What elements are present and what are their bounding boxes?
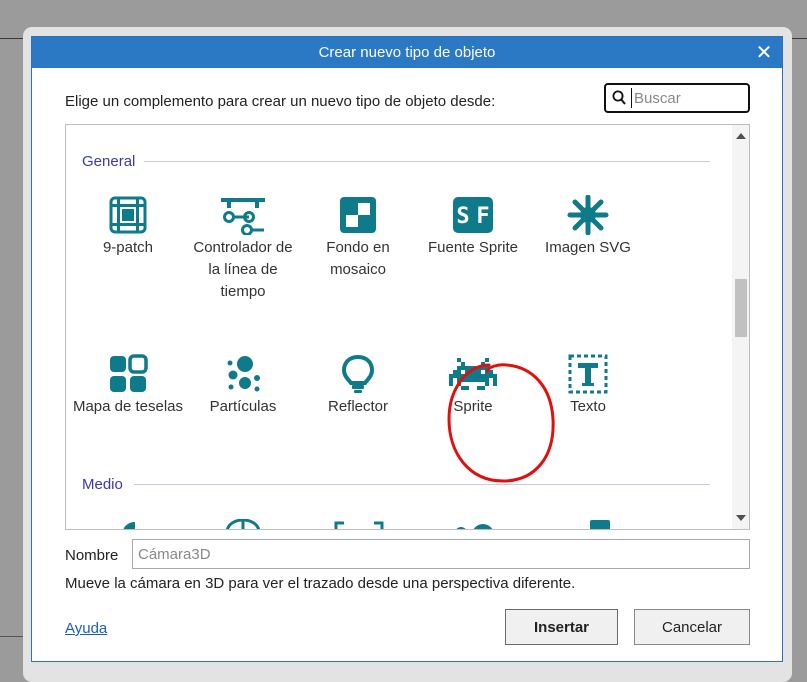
particles-icon	[227, 356, 260, 392]
partial-icon	[225, 519, 261, 529]
text-icon	[568, 354, 608, 394]
help-link[interactable]: Ayuda	[65, 620, 107, 637]
name-input[interactable]	[132, 539, 750, 569]
svg-image-icon	[567, 195, 609, 235]
scrollbar-thumb[interactable]	[735, 279, 747, 337]
partial-icon	[334, 521, 384, 529]
object-item-9-patch[interactable]: 9-patch	[72, 195, 184, 259]
spotlight-icon	[341, 354, 375, 393]
object-item-label: Texto	[570, 398, 606, 415]
object-item-particles[interactable]: Partículas	[187, 354, 299, 418]
dialog-title: Crear nuevo tipo de objeto	[318, 44, 496, 61]
svg-text:S: S	[456, 204, 469, 229]
object-type-list[interactable]: General 9-patch Controlador de la línea …	[65, 124, 750, 530]
object-item-text[interactable]: Texto	[532, 354, 644, 418]
description-text: Mueve la cámara en 3D para ver el trazad…	[65, 575, 576, 592]
cancel-button[interactable]: Cancelar	[634, 609, 750, 645]
object-item-label: Mapa de teselas	[72, 398, 184, 415]
partial-icon	[123, 522, 135, 529]
timeline-controller-icon	[221, 198, 265, 235]
object-item-sprite-font[interactable]: S F Fuente Sprite	[417, 195, 529, 259]
object-item-svg-image[interactable]: Imagen SVG	[532, 195, 644, 259]
object-item-label: Sprite	[453, 398, 493, 415]
object-item-label: Reflector	[327, 398, 389, 415]
object-item-label: Fondo en mosaico	[326, 239, 390, 278]
close-button[interactable]: ✕	[752, 40, 776, 64]
object-item-label: Imagen SVG	[545, 239, 631, 256]
list-scrollbar[interactable]	[732, 125, 749, 529]
section-title-medio: Medio	[82, 476, 123, 493]
svg-text:F: F	[476, 204, 489, 229]
object-item-spotlight[interactable]: Reflector	[302, 354, 414, 418]
object-item-label: 9-patch	[102, 239, 154, 256]
search-box[interactable]	[604, 83, 750, 113]
object-item-label: Fuente Sprite	[427, 239, 519, 256]
section-divider	[144, 161, 710, 162]
nine-patch-icon	[109, 196, 147, 234]
insert-button[interactable]: Insertar	[505, 609, 618, 645]
prompt-text: Elige un complemento para crear un nuevo…	[65, 93, 496, 110]
name-label: Nombre	[65, 547, 119, 564]
partial-icon	[590, 520, 610, 529]
sprite-invader-icon	[449, 358, 497, 390]
search-input[interactable]	[631, 88, 744, 108]
create-object-dialog: Crear nuevo tipo de objeto ✕ Elige un co…	[31, 36, 783, 662]
dialog-titlebar: Crear nuevo tipo de objeto ✕	[32, 37, 782, 68]
scroll-down-icon[interactable]	[736, 515, 746, 521]
close-icon: ✕	[755, 41, 773, 64]
object-item-tilemap[interactable]: Mapa de teselas	[72, 354, 184, 418]
object-item-sprite[interactable]: Sprite	[417, 354, 529, 418]
tilemap-icon	[110, 354, 148, 392]
object-item-timeline-controller[interactable]: Controlador de la línea de tiempo	[187, 195, 299, 303]
object-item-tiled-background[interactable]: Fondo en mosaico	[302, 195, 414, 281]
object-item-label: Partículas	[209, 398, 277, 415]
section-divider	[134, 484, 710, 485]
section-title-general: General	[82, 153, 136, 170]
scroll-up-icon[interactable]	[736, 133, 746, 139]
object-item-label: Controlador de la línea de tiempo	[193, 239, 293, 300]
partial-icon	[456, 524, 493, 529]
tiled-background-icon	[340, 197, 376, 233]
sprite-font-icon: S F	[453, 197, 493, 233]
search-icon	[612, 90, 626, 105]
